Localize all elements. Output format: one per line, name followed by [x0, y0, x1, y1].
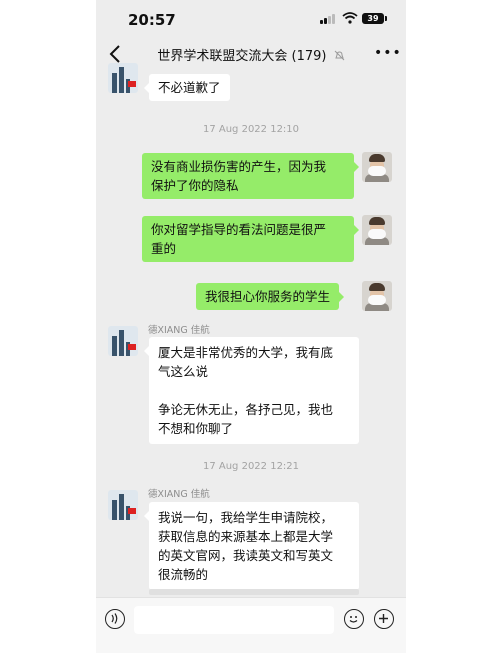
message-text: 很流畅的: [158, 567, 209, 582]
message-bubble[interactable]: 我很担心你服务的学生: [196, 283, 345, 310]
message-text: 我说一句，我给学生申请院校，: [158, 510, 334, 525]
message-text: 重的: [151, 241, 177, 256]
message-bubble[interactable]: 你对留学指导的看法问题是很严 重的: [142, 216, 359, 262]
self-avatar[interactable]: [362, 281, 392, 311]
chat-header: 世界学术联盟交流大会 (179) •••: [96, 38, 406, 70]
self-avatar[interactable]: [362, 215, 392, 245]
more-options-button[interactable]: •••: [374, 45, 402, 61]
message-text: 不想和你聊了: [158, 421, 234, 436]
battery-icon: 39: [362, 13, 387, 24]
chat-title: 世界学术联盟交流大会 (179): [136, 45, 366, 64]
self-avatar[interactable]: [362, 152, 392, 182]
message-text: 没有商业损伤害的产生，因为我: [151, 159, 327, 174]
message-bubble[interactable]: 厦大是非常优秀的大学，我有底 气这么说 争论无休无止，各抒己见，我也 不想和你聊…: [144, 337, 359, 444]
message-text: 获取信息的来源基本上都是大学: [158, 529, 334, 544]
back-icon[interactable]: [106, 43, 126, 65]
wifi-icon: [342, 12, 358, 24]
sender-name: 德XIANG 佳航: [148, 325, 210, 336]
message-bubble[interactable]: 我说一句，我给学生申请院校， 获取信息的来源基本上都是大学 的英文官网，我读英文…: [144, 502, 359, 590]
timestamp: 17 Aug 2022 12:10: [202, 124, 300, 135]
status-bar: 20:57 39: [96, 0, 406, 38]
plus-icon[interactable]: [374, 609, 394, 629]
message-text: 的英文官网，我读英文和写英文: [158, 548, 334, 563]
sender-avatar[interactable]: [108, 326, 138, 356]
timestamp: 17 Aug 2022 12:21: [202, 461, 300, 472]
emoji-icon[interactable]: [344, 609, 364, 629]
signal-icon: [320, 13, 336, 24]
message-text: 争论无休无止，各抒己见，我也: [158, 402, 334, 417]
sender-avatar[interactable]: [108, 63, 138, 93]
voice-icon[interactable]: [105, 609, 125, 629]
quoted-message-strip: [149, 589, 359, 595]
status-time: 20:57: [128, 11, 176, 29]
message-text: 不必道歉了: [158, 80, 221, 95]
sender-name: 德XIANG 佳航: [148, 489, 210, 500]
message-text: 气这么说: [158, 364, 209, 379]
message-text: 厦大是非常优秀的大学，我有底: [158, 345, 334, 360]
input-bar: [96, 597, 406, 653]
chat-screen: 20:57 39 世界学术联盟交流大会 (179) ••• 不必道歉了 17 A…: [96, 0, 406, 653]
message-text: 保护了你的隐私: [151, 178, 239, 193]
message-text: 我很担心你服务的学生: [205, 289, 331, 304]
message-text: 你对留学指导的看法问题是很严: [151, 222, 327, 237]
sender-avatar[interactable]: [108, 490, 138, 520]
group-name: 世界学术联盟交流大会 (179): [157, 49, 327, 64]
message-bubble[interactable]: 没有商业损伤害的产生，因为我 保护了你的隐私: [142, 153, 359, 199]
message-bubble[interactable]: 不必道歉了: [144, 74, 230, 101]
mute-icon: [334, 50, 344, 61]
message-input[interactable]: [134, 606, 334, 634]
